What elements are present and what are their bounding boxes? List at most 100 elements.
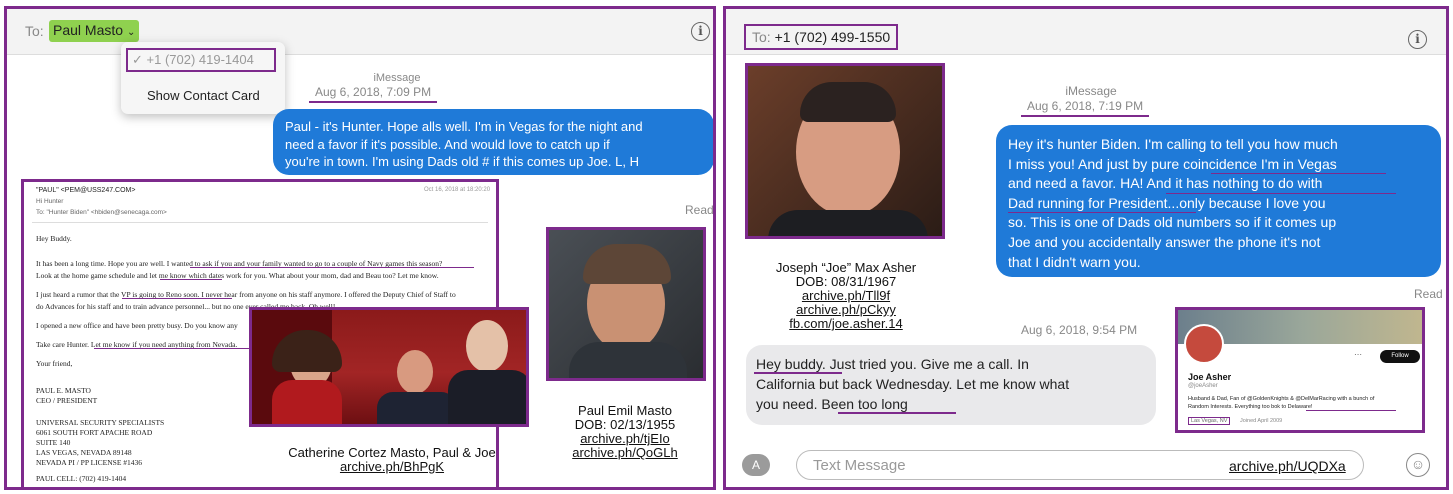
group-photo-caption: Catherine Cortez Masto, Paul & Joe archi… bbox=[247, 446, 537, 474]
profile-handle: @joeAsher bbox=[1188, 383, 1218, 389]
service-label: iMessage bbox=[1065, 84, 1117, 98]
caption-dob: DOB: 02/13/1955 bbox=[574, 417, 676, 432]
message-line: so. This is one of Dads old numbers so i… bbox=[1008, 214, 1337, 231]
message-line: I miss you! And just by pure coincidence… bbox=[1008, 155, 1337, 172]
profile-joined: Joined April 2009 bbox=[1240, 418, 1283, 424]
message-line: that I didn't warn you. bbox=[1008, 253, 1141, 270]
read-receipt: Read bbox=[1414, 287, 1443, 301]
man-face bbox=[397, 350, 433, 394]
read-receipt: Read bbox=[685, 203, 714, 217]
highlight-underline bbox=[754, 372, 842, 374]
recipient-phone: +1 (702) 499-1550 bbox=[774, 29, 891, 45]
caption-name: Paul Emil Masto bbox=[578, 403, 672, 418]
highlight-underline bbox=[1008, 212, 1196, 213]
email-line: I opened a new office and have been pret… bbox=[36, 321, 238, 330]
email-line: PAUL E. MASTO bbox=[36, 386, 91, 395]
highlight-underline bbox=[838, 412, 956, 414]
divider bbox=[32, 222, 488, 223]
email-to: To: "Hunter Biden" <hbiden@senecaga.com> bbox=[36, 209, 167, 216]
email-line: SUITE 140 bbox=[36, 438, 71, 447]
dropdown-phone-option[interactable]: ✓ +1 (702) 419-1404 bbox=[126, 48, 276, 72]
email-line: 6061 SOUTH FORT APACHE ROAD bbox=[36, 428, 153, 437]
message-line: you need. Been too long bbox=[756, 396, 908, 412]
right-conversation-header: To: +1 (702) 499-1550 i bbox=[726, 9, 1446, 55]
archive-link[interactable]: archive.ph/QoGLh bbox=[540, 446, 710, 460]
paul-caption: Paul Emil Masto DOB: 02/13/1955 archive.… bbox=[540, 404, 710, 460]
hair bbox=[800, 82, 896, 122]
email-line: CEO / PRESIDENT bbox=[36, 396, 98, 405]
message-line: Hey it's hunter Biden. I'm calling to te… bbox=[1008, 136, 1338, 152]
facebook-link[interactable]: fb.com/joe.asher.14 bbox=[746, 317, 946, 331]
message-line: Paul - it's Hunter. Hope alls well. I'm … bbox=[285, 119, 643, 134]
chevron-down-icon: ⌄ bbox=[126, 27, 136, 38]
highlight-underline bbox=[190, 267, 474, 268]
message-timestamp: Aug 6, 2018, 7:19 PM bbox=[1021, 99, 1150, 117]
incoming-message-bubble: Hey buddy. Just tried you. Give me a cal… bbox=[746, 345, 1156, 425]
message-line: need a favor if it's possible. And would… bbox=[285, 136, 610, 152]
archive-link[interactable]: archive.ph/UQDXa bbox=[1229, 458, 1346, 474]
left-conversation-panel: To: Paul Masto ⌄ i ✓ +1 (702) 419-1404 S… bbox=[4, 6, 716, 490]
man2-face bbox=[466, 320, 508, 372]
contact-dropdown-menu: ✓ +1 (702) 419-1404 Show Contact Card bbox=[121, 42, 285, 114]
jacket bbox=[768, 210, 928, 236]
joe-photo bbox=[745, 63, 945, 239]
outgoing-message-bubble: Hey it's hunter Biden. I'm calling to te… bbox=[996, 125, 1441, 277]
recipient-name: Paul Masto bbox=[53, 22, 124, 38]
message-line: and need a favor. HA! And it has nothing… bbox=[1008, 175, 1323, 192]
email-line: LAS VEGAS, NEVADA 89148 bbox=[36, 448, 132, 457]
follow-button[interactable]: Follow bbox=[1380, 350, 1420, 363]
message-input[interactable]: Text Message archive.ph/UQDXa bbox=[796, 450, 1364, 480]
archive-link[interactable]: archive.ph/Tll9f bbox=[746, 289, 946, 303]
message-timestamp: Aug 6, 2018, 7:09 PM bbox=[309, 85, 438, 103]
message-line: California but back Wednesday. Let me kn… bbox=[756, 376, 1070, 392]
more-icon[interactable]: ⋯ bbox=[1354, 350, 1362, 359]
email-date: Oct 16, 2018 at 18:20:20 bbox=[424, 187, 491, 193]
man2-suit bbox=[448, 370, 526, 424]
email-line: I just heard a rumor that the VP is goin… bbox=[36, 290, 456, 299]
woman-clothes bbox=[272, 380, 342, 424]
message-line: Dad running for President...only because… bbox=[1008, 194, 1326, 211]
highlight-underline bbox=[122, 298, 232, 299]
email-subject: Hi Hunter bbox=[36, 198, 64, 205]
email-line: UNIVERSAL SECURITY SPECIALISTS bbox=[36, 418, 165, 427]
email-line: Your friend, bbox=[36, 359, 73, 368]
emoji-icon[interactable]: ☺ bbox=[1406, 453, 1430, 477]
message-line: Joe and you accidentally answer the phon… bbox=[1008, 233, 1321, 250]
info-icon[interactable]: i bbox=[1408, 30, 1427, 49]
caption-dob: DOB: 08/31/1967 bbox=[795, 274, 897, 289]
twitter-profile-screenshot: Follow ⋯ Joe Asher @joeAsher Husband & D… bbox=[1175, 307, 1425, 433]
apps-button[interactable]: A bbox=[742, 454, 770, 476]
highlight-underline bbox=[94, 348, 268, 349]
group-photo bbox=[249, 307, 529, 427]
message-line: Hey buddy. Just tried you. Give me a cal… bbox=[756, 356, 1029, 372]
jacket bbox=[569, 342, 687, 378]
highlight-underline bbox=[1166, 193, 1396, 194]
email-line: Look at the home game schedule and let m… bbox=[36, 271, 439, 280]
email-line: PAUL CELL: (702) 419-1404 bbox=[36, 474, 127, 483]
service-label: iMessage bbox=[373, 72, 421, 84]
recipient-box[interactable]: To: +1 (702) 499-1550 bbox=[744, 24, 899, 50]
profile-bio: Random Interests. Everything too bok to … bbox=[1188, 404, 1313, 410]
hair bbox=[583, 244, 671, 284]
left-conversation-header: To: Paul Masto ⌄ i bbox=[7, 9, 713, 55]
archive-link[interactable]: archive.ph/tjEIo bbox=[540, 432, 710, 446]
show-contact-card-option[interactable]: Show Contact Card bbox=[147, 88, 260, 103]
message-input-placeholder: Text Message bbox=[813, 457, 906, 474]
highlight-underline bbox=[1211, 173, 1386, 174]
profile-location: Las Vegas, NV bbox=[1188, 417, 1231, 425]
joe-caption: Joseph “Joe” Max Asher DOB: 08/31/1967 a… bbox=[746, 261, 946, 331]
paul-photo bbox=[546, 227, 706, 381]
man-suit bbox=[377, 392, 457, 424]
highlight-underline bbox=[160, 279, 222, 280]
email-line: NEVADA PI / PP LICENSE #1436 bbox=[36, 458, 143, 467]
archive-link[interactable]: archive.ph/BhPgK bbox=[247, 460, 537, 474]
message-timestamp: Aug 6, 2018, 9:54 PM bbox=[1021, 323, 1138, 337]
right-conversation-panel: To: +1 (702) 499-1550 i Joseph “Joe” Max… bbox=[723, 6, 1449, 490]
info-icon[interactable]: i bbox=[691, 22, 710, 41]
archive-link[interactable]: archive.ph/pCkyy bbox=[746, 303, 946, 317]
profile-bio: Husband & Dad, Fan of @GoldenKnights & @… bbox=[1188, 396, 1375, 402]
highlight-underline bbox=[1306, 410, 1396, 411]
caption-text: Catherine Cortez Masto, Paul & Joe bbox=[288, 445, 496, 460]
message-line: you're in town. I'm using Dads old # if … bbox=[285, 154, 639, 169]
recipient-chip[interactable]: Paul Masto ⌄ bbox=[49, 20, 140, 42]
